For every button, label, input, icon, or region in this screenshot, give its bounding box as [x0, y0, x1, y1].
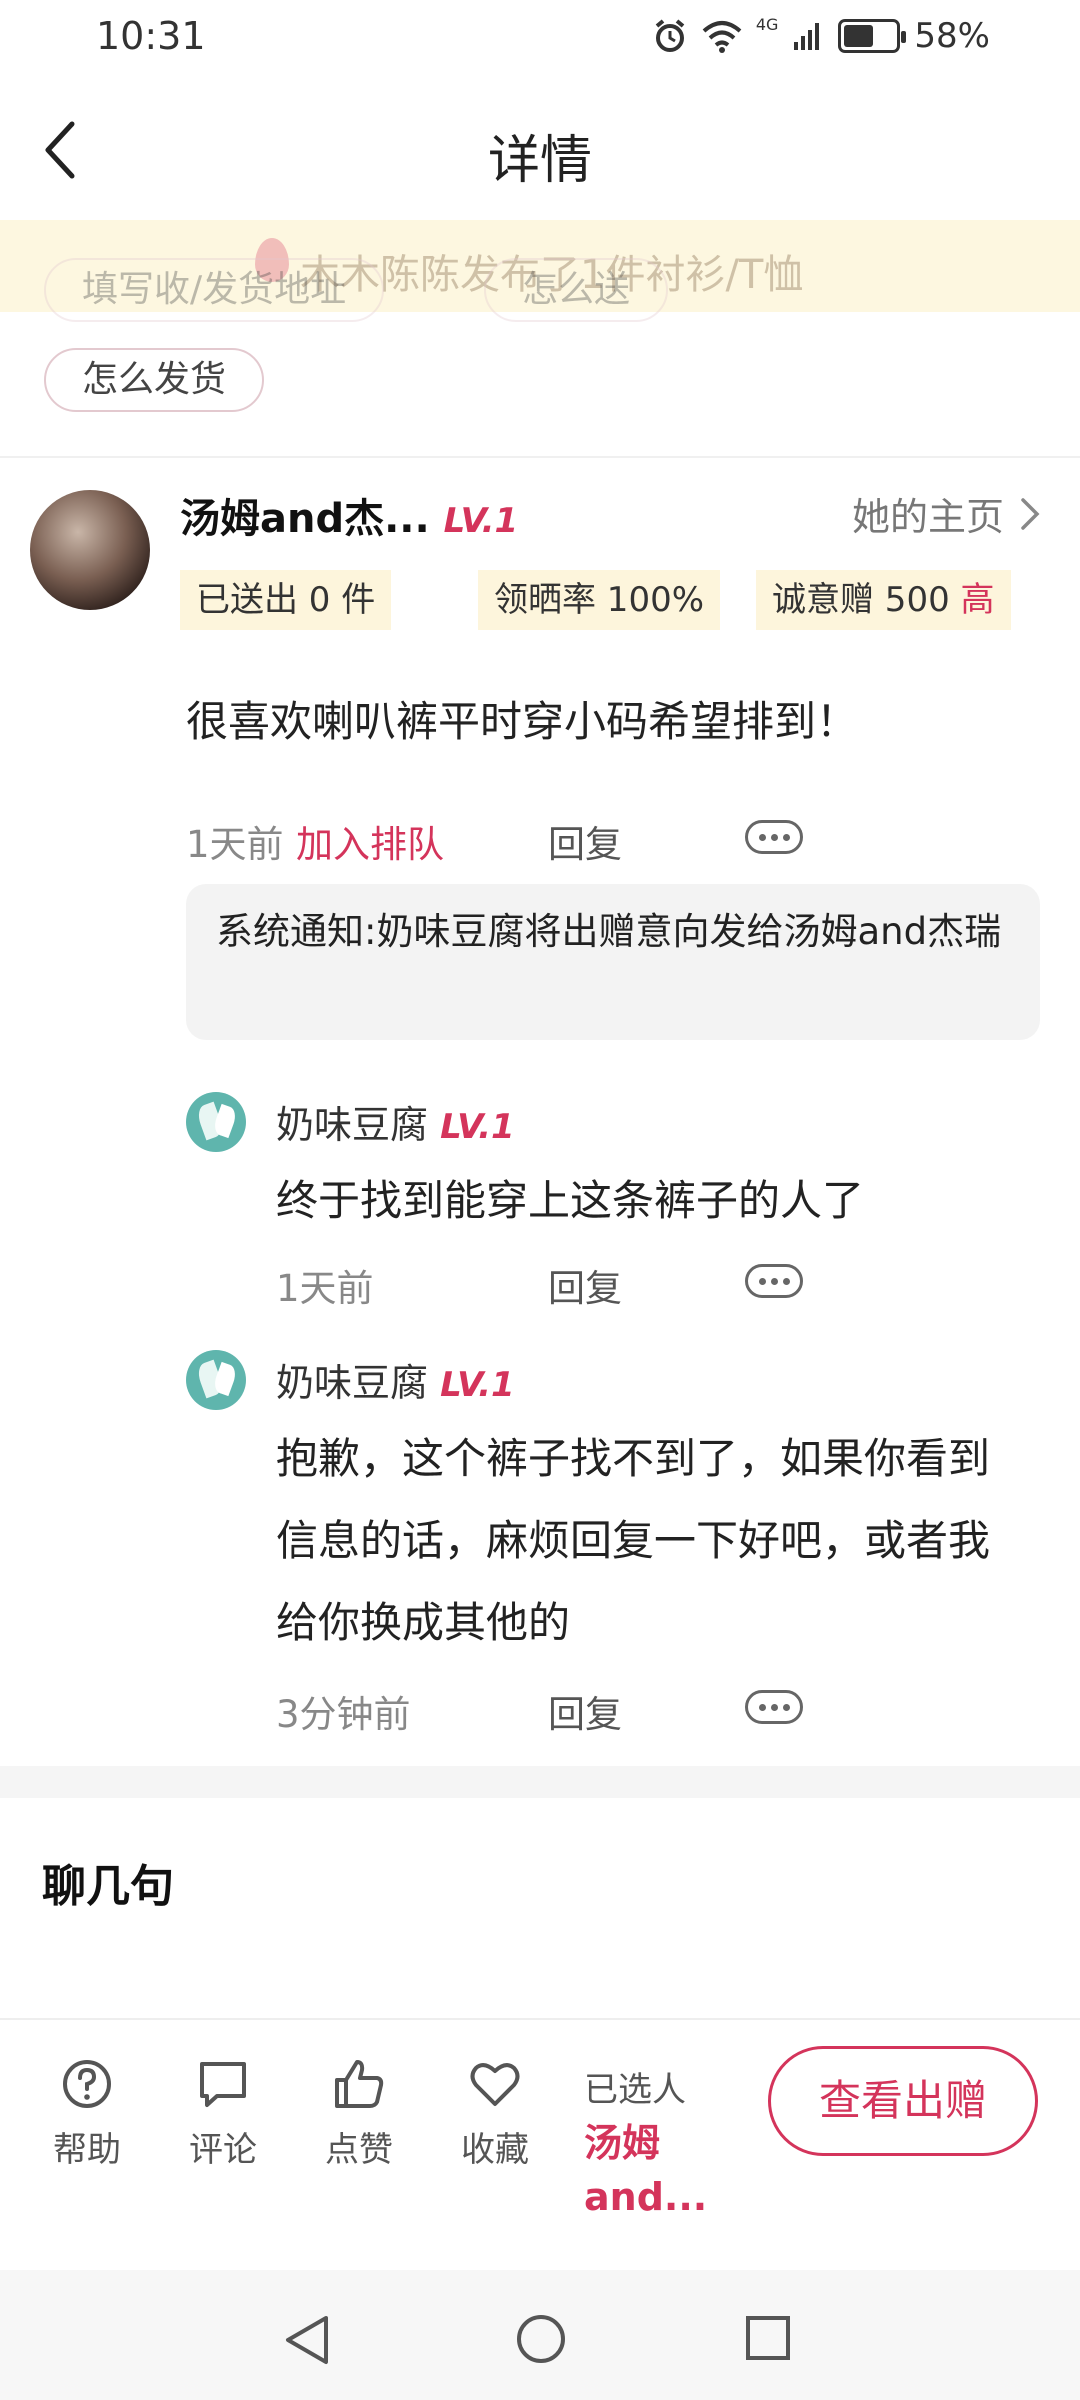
section-separator	[0, 1766, 1080, 1798]
reply-author[interactable]: 奶味豆腐 LV.1	[276, 1094, 515, 1149]
chip-address[interactable]: 填写收/发货地址	[44, 258, 385, 322]
system-nav-bar	[0, 2270, 1080, 2400]
nav-back-icon[interactable]	[282, 2314, 332, 2366]
status-icons: 4G 58%	[652, 14, 990, 56]
favorite-label: 收藏	[461, 2130, 529, 2170]
comment-label: 评论	[189, 2130, 257, 2170]
reply-author[interactable]: 奶味豆腐 LV.1	[276, 1352, 515, 1407]
stat-sent: 已送出 0 件	[180, 570, 392, 630]
commenter-name[interactable]: 汤姆and杰... LV.1	[180, 486, 518, 544]
homepage-link[interactable]: 她的主页	[852, 486, 1040, 541]
like-button[interactable]: 点赞	[304, 2056, 414, 2171]
more-options-icon[interactable]	[745, 1264, 803, 1298]
status-time: 10:31	[96, 14, 206, 58]
level-badge: LV.1	[440, 1365, 515, 1405]
more-options-icon[interactable]	[745, 1690, 803, 1724]
selected-name[interactable]: 汤姆and...	[584, 2116, 724, 2224]
selected-label: 已选人	[584, 2070, 686, 2110]
signal-icon	[794, 23, 820, 50]
reply-text: 抱歉，这个裤子找不到了，如果你看到信息的话，麻烦回复一下好吧，或者我给你换成其他…	[276, 1434, 991, 1647]
battery-percent: 58%	[914, 16, 990, 56]
like-label: 点赞	[325, 2130, 393, 2170]
comment-icon	[200, 2062, 246, 2107]
reply-avatar[interactable]	[186, 1350, 246, 1410]
battery-icon	[838, 19, 907, 53]
level-badge: LV.1	[443, 501, 519, 541]
homepage-label: 她的主页	[851, 495, 1004, 539]
comment-time: 1天前	[186, 823, 284, 866]
network-type: 4G	[755, 14, 779, 34]
reply-author-name: 奶味豆腐	[276, 1361, 429, 1405]
stat-sincerity-label: 诚意赠 500	[772, 580, 950, 620]
reply-avatar[interactable]	[186, 1092, 246, 1152]
thumbs-up-icon	[335, 2060, 384, 2108]
reply-button[interactable]: 回复	[548, 1684, 622, 1738]
heart-icon	[470, 2063, 520, 2106]
favorite-button[interactable]: 收藏	[440, 2056, 550, 2171]
status-bar: 10:31 4G 58%	[0, 0, 1080, 80]
chevron-right-icon	[1021, 497, 1040, 530]
alarm-icon	[655, 19, 685, 52]
nav-home-icon[interactable]	[514, 2312, 568, 2366]
chip-how-ship[interactable]: 怎么发货	[44, 348, 265, 412]
more-options-icon[interactable]	[745, 820, 803, 854]
chip-how-send[interactable]: 怎么送	[484, 258, 669, 322]
bottom-action-bar: 帮助 评论 点赞 收藏 已选人 汤姆and... 查看出赠	[0, 2018, 1080, 2270]
stat-show-rate: 领晒率 100%	[478, 570, 721, 630]
reply-text: 终于找到能穿上这条裤子的人了	[276, 1176, 865, 1225]
help-icon	[63, 2060, 111, 2108]
comment-button[interactable]: 评论	[168, 2056, 278, 2171]
divider	[0, 456, 1080, 458]
help-label: 帮助	[53, 2130, 121, 2170]
reply-button[interactable]: 回复	[548, 1258, 622, 1312]
app-header: 详情	[0, 80, 1080, 220]
comment-content: 很喜欢喇叭裤平时穿小码希望排到！	[186, 697, 859, 746]
level-badge: LV.1	[440, 1107, 515, 1147]
reply-button[interactable]: 回复	[548, 814, 622, 868]
reply-time: 1天前	[276, 1267, 374, 1310]
reply-time: 3分钟前	[276, 1693, 411, 1736]
help-button[interactable]: 帮助	[32, 2056, 142, 2171]
commenter-username: 汤姆and杰...	[180, 496, 430, 542]
nav-recents-icon[interactable]	[744, 2314, 792, 2362]
view-gift-button[interactable]: 查看出赠	[768, 2046, 1038, 2156]
stat-sincerity-tag: 高	[960, 580, 995, 620]
page-title: 详情	[487, 131, 592, 191]
system-notice: 系统通知:奶味豆腐将出赠意向发给汤姆and杰瑞	[186, 884, 1040, 1040]
avatar[interactable]	[30, 490, 150, 610]
wifi-icon	[702, 21, 742, 53]
chat-section-title: 聊几句	[42, 1861, 174, 1912]
join-queue-button[interactable]: 加入排队	[296, 814, 444, 868]
stat-sincerity: 诚意赠 500 高	[756, 570, 1011, 630]
reply-author-name: 奶味豆腐	[276, 1103, 429, 1147]
